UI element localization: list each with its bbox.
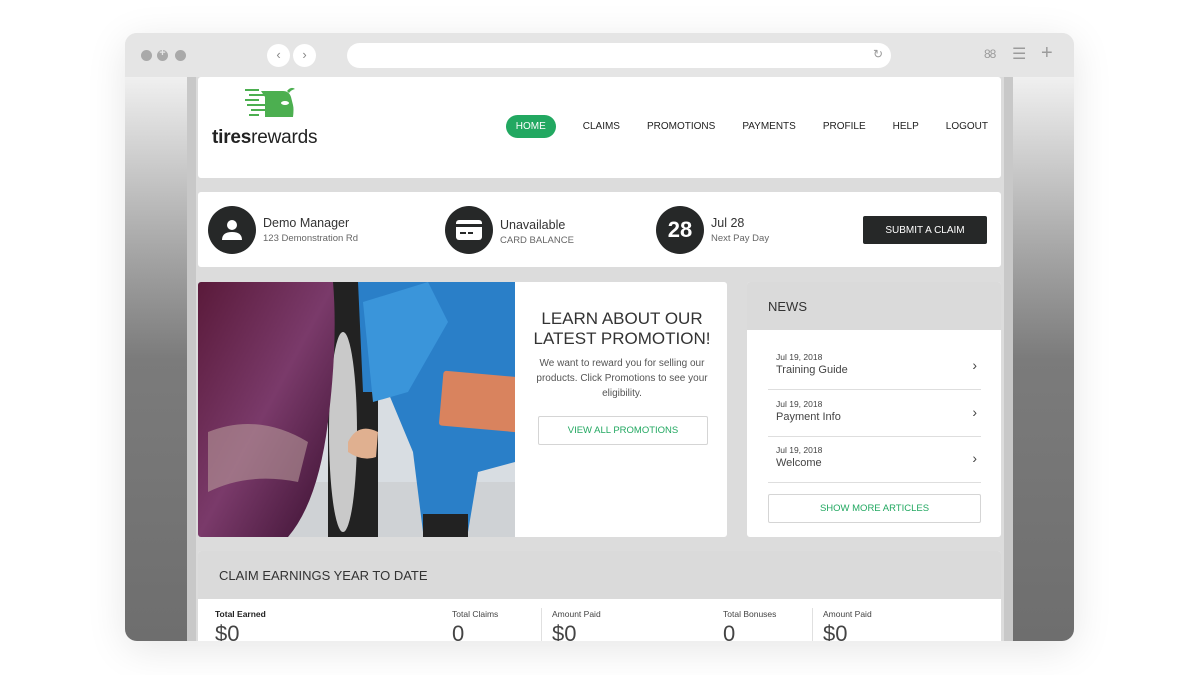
stat-label: Total Bonuses — [723, 609, 777, 619]
side-panel-left — [125, 77, 187, 641]
claim-earnings-card: CLAIM EARNINGS YEAR TO DATE Total Earned… — [198, 551, 1001, 641]
news-card: NEWS Jul 19, 2018 Training Guide › Jul 1… — [747, 282, 1001, 537]
promotion-card: LEARN ABOUT OUR LATEST PROMOTION! We wan… — [198, 282, 727, 537]
news-header: NEWS — [747, 282, 1001, 330]
window-maximize-dot[interactable] — [157, 47, 168, 61]
promo-description: We want to reward you for selling our pr… — [536, 358, 708, 399]
earnings-header: CLAIM EARNINGS YEAR TO DATE — [198, 551, 1001, 599]
stat-label: Total Claims — [452, 609, 499, 619]
chevron-right-icon: › — [972, 450, 977, 466]
promo-heading-line2: LATEST PROMOTION! — [533, 329, 711, 348]
news-item-title: Payment Info — [776, 411, 841, 423]
card-balance-label: CARD BALANCE — [500, 235, 574, 246]
nav-payments[interactable]: PAYMENTS — [742, 121, 796, 132]
news-item[interactable]: Jul 19, 2018 Welcome › — [768, 437, 981, 483]
chevron-right-icon: › — [972, 404, 977, 420]
stat-total-earned: Total Earned $0 — [215, 609, 266, 641]
nav-claims[interactable]: CLAIMS — [583, 121, 620, 132]
window-minimize-dot[interactable] — [175, 50, 186, 61]
news-title: NEWS — [768, 299, 807, 314]
back-button[interactable]: ‹ — [267, 44, 290, 67]
promo-heading: LEARN ABOUT OUR LATEST PROMOTION! — [525, 309, 719, 349]
logo-light-text: rewards — [251, 127, 318, 148]
page-gutter-left — [187, 77, 196, 641]
page-gutter-right — [1004, 77, 1013, 641]
nav-logout[interactable]: LOGOUT — [946, 121, 988, 132]
credit-card-icon — [445, 206, 493, 254]
stat-divider — [812, 608, 813, 641]
stat-value: $0 — [215, 621, 240, 641]
nav-help[interactable]: HELP — [893, 121, 919, 132]
stat-label: Total Earned — [215, 609, 266, 619]
stat-value: 0 — [452, 621, 465, 641]
news-date: Jul 19, 2018 — [776, 399, 823, 409]
chevron-right-icon: › — [972, 357, 977, 373]
site-header: tiresrewards HOME CLAIMS PROMOTIONS PAYM… — [198, 77, 1001, 178]
page-content: tiresrewards HOME CLAIMS PROMOTIONS PAYM… — [196, 77, 1004, 641]
forward-button[interactable]: › — [293, 44, 316, 67]
nav-profile[interactable]: PROFILE — [823, 121, 866, 132]
stat-label: Amount Paid — [823, 609, 872, 619]
account-summary: Demo Manager 123 Demonstration Rd Unavai… — [198, 192, 1001, 267]
stat-value: $0 — [552, 621, 577, 641]
new-tab-icon[interactable]: + — [1041, 42, 1053, 65]
browser-window: ‹ › ↻ 88 ☰ + — [125, 33, 1074, 641]
news-item-title: Training Guide — [776, 364, 848, 376]
car-logo-icon[interactable] — [245, 87, 297, 128]
window-close-dot[interactable] — [141, 50, 152, 61]
pay-day-label: Next Pay Day — [711, 233, 770, 244]
stat-divider — [541, 608, 542, 641]
menu-icon[interactable]: ☰ — [1012, 44, 1026, 64]
logo-bold-text: tires — [212, 127, 252, 148]
stat-amount-paid-bonuses: Amount Paid $0 — [823, 609, 872, 641]
user-icon — [208, 206, 256, 254]
browser-toolbar: ‹ › ↻ 88 ☰ + — [125, 33, 1074, 77]
pay-day-date: Jul 28 — [711, 216, 745, 230]
brand-logo[interactable]: tiresrewards — [212, 127, 318, 149]
news-date: Jul 19, 2018 — [776, 445, 823, 455]
stat-value: 0 — [723, 621, 736, 641]
user-name: Demo Manager — [263, 216, 350, 230]
news-date: Jul 19, 2018 — [776, 352, 823, 362]
stat-label: Amount Paid — [552, 609, 601, 619]
show-more-articles-button[interactable]: SHOW MORE ARTICLES — [768, 494, 981, 523]
news-item[interactable]: Jul 19, 2018 Training Guide › — [768, 344, 981, 390]
news-item-title: Welcome — [776, 457, 822, 469]
mechanic-photo — [198, 282, 515, 537]
stat-total-bonuses: Total Bonuses 0 — [723, 609, 776, 641]
address-bar[interactable]: ↻ — [347, 43, 891, 68]
earnings-title: CLAIM EARNINGS YEAR TO DATE — [219, 568, 428, 583]
stat-total-claims: Total Claims 0 — [452, 609, 498, 641]
side-panel-right — [1013, 77, 1074, 641]
promo-heading-line1: LEARN ABOUT OUR — [541, 309, 703, 328]
nav-home[interactable]: HOME — [505, 115, 556, 138]
tabs-grid-icon[interactable]: 88 — [984, 47, 996, 61]
view-all-promotions-button[interactable]: VIEW ALL PROMOTIONS — [538, 416, 708, 445]
submit-claim-button[interactable]: SUBMIT A CLAIM — [863, 216, 987, 244]
card-status: Unavailable — [500, 218, 566, 232]
reload-icon[interactable]: ↻ — [873, 47, 883, 61]
nav-promotions[interactable]: PROMOTIONS — [647, 121, 715, 132]
news-item[interactable]: Jul 19, 2018 Payment Info › — [768, 391, 981, 437]
main-nav: HOME CLAIMS PROMOTIONS PAYMENTS PROFILE … — [505, 115, 988, 138]
pay-day-badge: 28 — [656, 206, 704, 254]
user-address: 123 Demonstration Rd — [263, 233, 359, 244]
stat-value: $0 — [823, 621, 848, 641]
stat-amount-paid-claims: Amount Paid $0 — [552, 609, 601, 641]
